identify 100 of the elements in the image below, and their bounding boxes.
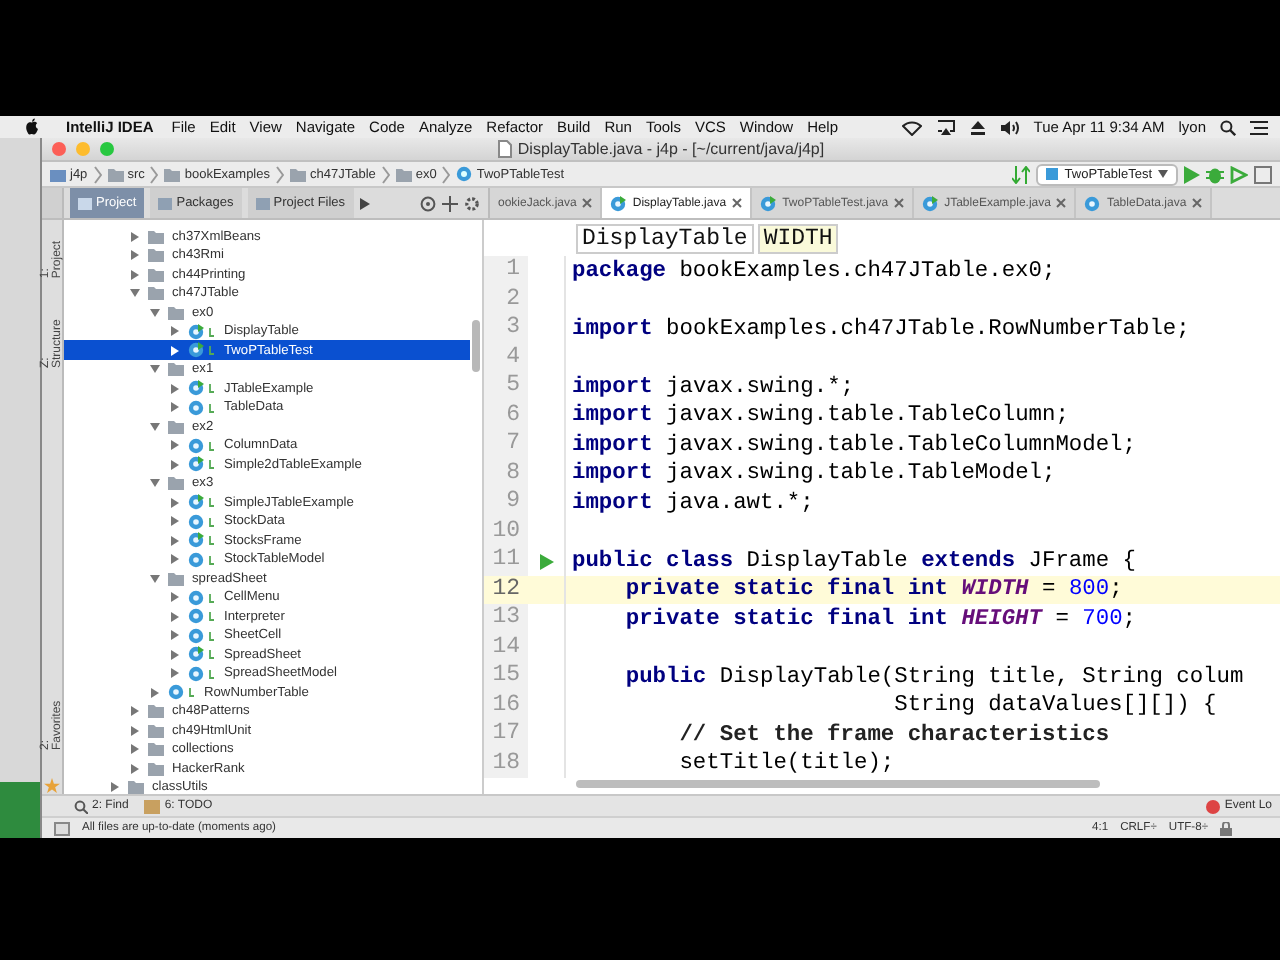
expander-icon[interactable] bbox=[150, 573, 160, 584]
line-number: 8 bbox=[484, 459, 528, 489]
line-number: 13 bbox=[484, 604, 528, 634]
code-line: public DisplayTable(String title, String colum bbox=[623, 665, 1244, 690]
class-icon bbox=[188, 513, 216, 530]
expander-icon[interactable] bbox=[150, 421, 160, 432]
expander-icon[interactable] bbox=[170, 345, 180, 356]
class-icon bbox=[188, 551, 216, 568]
volume-icon[interactable] bbox=[999, 119, 1020, 135]
class-icon bbox=[188, 665, 216, 682]
expander-icon[interactable] bbox=[170, 402, 180, 413]
expander-icon[interactable] bbox=[130, 288, 140, 299]
navigation-crumb[interactable]: DisplayTable bbox=[576, 223, 754, 254]
run-icon[interactable] bbox=[1184, 165, 1200, 184]
line-number: 16 bbox=[484, 691, 528, 721]
line-number: 12 bbox=[484, 575, 528, 605]
airplay-icon[interactable] bbox=[935, 119, 956, 135]
chevron-icon bbox=[442, 165, 451, 184]
runnable-class-icon bbox=[188, 456, 216, 473]
module-icon bbox=[50, 167, 66, 182]
runnable-class-icon bbox=[188, 342, 216, 359]
chevron-icon bbox=[381, 165, 390, 184]
chevron-icon bbox=[93, 165, 102, 184]
star-icon bbox=[44, 778, 60, 795]
expander-icon[interactable] bbox=[170, 535, 180, 546]
expander-icon[interactable] bbox=[150, 687, 160, 698]
close-icon[interactable] bbox=[1056, 198, 1067, 209]
expander-icon[interactable] bbox=[170, 592, 180, 603]
expander-icon[interactable] bbox=[170, 554, 180, 565]
expander-icon[interactable] bbox=[170, 326, 180, 337]
scrollbar-thumb[interactable] bbox=[472, 320, 480, 373]
close-icon[interactable] bbox=[1192, 198, 1203, 209]
code-line: import java.awt.*; bbox=[572, 491, 814, 516]
code-line: setTitle(title); bbox=[677, 752, 895, 777]
expander-icon[interactable] bbox=[150, 307, 160, 318]
bug-icon[interactable] bbox=[1206, 165, 1224, 184]
list-icon[interactable] bbox=[1250, 119, 1268, 135]
chevron-icon bbox=[276, 165, 284, 184]
wifi-icon[interactable] bbox=[901, 119, 922, 135]
expander-icon[interactable] bbox=[170, 440, 180, 451]
class-icon bbox=[188, 608, 216, 625]
close-icon[interactable] bbox=[894, 198, 905, 209]
eject-icon[interactable] bbox=[969, 119, 986, 135]
more-icon[interactable] bbox=[359, 197, 370, 210]
class-icon bbox=[188, 589, 216, 606]
line-number: 18 bbox=[484, 749, 528, 779]
line-number: 1 bbox=[484, 256, 528, 286]
line-number: 14 bbox=[484, 633, 528, 663]
expander-icon[interactable] bbox=[150, 364, 160, 375]
runnable-class-icon bbox=[188, 646, 216, 663]
line-number: 17 bbox=[484, 720, 528, 750]
caret-icon bbox=[1158, 170, 1168, 179]
line-number: 7 bbox=[484, 430, 528, 460]
window-title: DisplayTable.java - j4p - [~/current/java/j4p] bbox=[517, 139, 825, 158]
expander-icon[interactable] bbox=[130, 725, 140, 736]
expander-icon[interactable] bbox=[130, 744, 140, 755]
line-number: 6 bbox=[484, 401, 528, 431]
class-icon bbox=[188, 399, 216, 416]
expander-icon[interactable] bbox=[130, 250, 140, 261]
expander-icon[interactable] bbox=[170, 383, 180, 394]
apple-icon[interactable] bbox=[24, 118, 40, 136]
run-gutter-icon[interactable] bbox=[539, 553, 553, 570]
runnable-class-icon bbox=[188, 380, 216, 397]
code-line: import javax.swing.table.TableColumn; bbox=[572, 404, 1069, 429]
class-icon bbox=[760, 195, 777, 212]
code-line: import bookExamples.ch47JTable.RowNumberTable; bbox=[572, 317, 1190, 342]
expander-icon[interactable] bbox=[130, 231, 140, 242]
expander-icon[interactable] bbox=[170, 497, 180, 508]
expander-icon[interactable] bbox=[130, 269, 140, 280]
expander-icon[interactable] bbox=[170, 516, 180, 527]
code-line: String dataValues[][]) { bbox=[892, 694, 1217, 719]
class-icon bbox=[922, 195, 939, 212]
gear-icon[interactable] bbox=[464, 195, 480, 212]
search-icon[interactable] bbox=[1220, 119, 1236, 135]
expander-icon[interactable] bbox=[170, 630, 180, 641]
navigation-crumb[interactable]: WIDTH bbox=[757, 223, 839, 254]
close-icon[interactable] bbox=[582, 198, 593, 209]
line-number: 11 bbox=[484, 546, 528, 576]
square-icon[interactable] bbox=[1254, 165, 1272, 184]
class-icon bbox=[1084, 195, 1101, 212]
expander-icon[interactable] bbox=[110, 782, 120, 793]
close-icon[interactable] bbox=[732, 198, 743, 209]
expander-icon[interactable] bbox=[170, 459, 180, 470]
expander-icon[interactable] bbox=[170, 611, 180, 622]
collapse-icon[interactable] bbox=[442, 195, 458, 212]
expander-icon[interactable] bbox=[170, 649, 180, 660]
lock-icon[interactable] bbox=[1220, 821, 1232, 836]
panel-toggle-icon[interactable] bbox=[54, 821, 70, 836]
expander-icon[interactable] bbox=[170, 668, 180, 679]
coverage-icon[interactable] bbox=[1230, 165, 1248, 184]
code-line: private static final int WIDTH = 800; bbox=[623, 578, 1123, 603]
file-icon bbox=[497, 139, 512, 158]
runnable-class-icon bbox=[188, 494, 216, 511]
expander-icon[interactable] bbox=[150, 478, 160, 489]
sort-arrows-icon[interactable] bbox=[1012, 165, 1031, 184]
expander-icon[interactable] bbox=[130, 706, 140, 717]
close-button[interactable] bbox=[52, 142, 66, 156]
expander-icon[interactable] bbox=[130, 763, 140, 774]
target-icon[interactable] bbox=[420, 195, 436, 212]
scrollbar-thumb[interactable] bbox=[576, 780, 1100, 789]
